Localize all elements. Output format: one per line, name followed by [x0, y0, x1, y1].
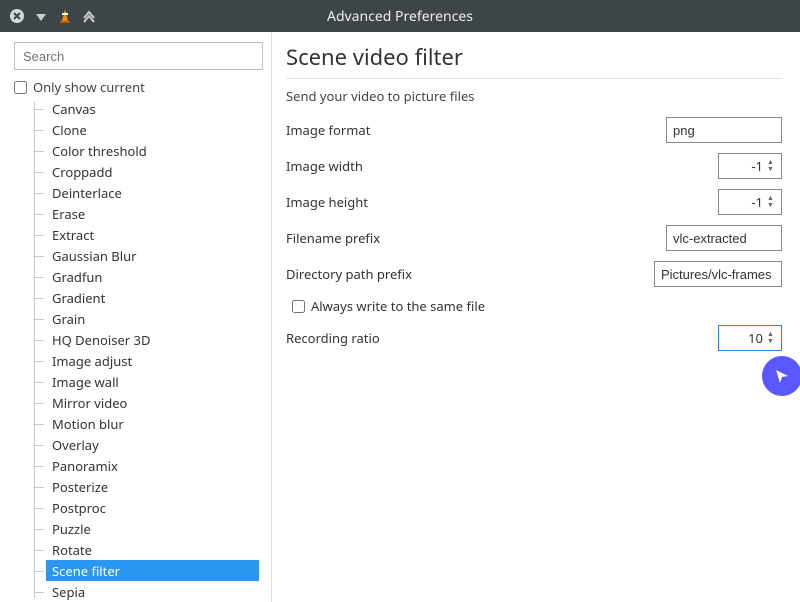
tree-item-label: Canvas: [50, 102, 96, 118]
label-always-same-file: Always write to the same file: [311, 297, 485, 315]
label-recording-ratio: Recording ratio: [286, 329, 718, 347]
row-image-height: Image height -1 ▲▼: [286, 189, 782, 215]
tree-item[interactable]: Canvas: [46, 102, 259, 119]
spin-recording-ratio[interactable]: 10 ▲▼: [718, 325, 782, 351]
spin-image-height[interactable]: -1 ▲▼: [718, 189, 782, 215]
row-always-same-file[interactable]: Always write to the same file: [292, 297, 782, 315]
spin-arrows-icon[interactable]: ▲▼: [767, 192, 779, 212]
tree-item[interactable]: Puzzle: [46, 518, 259, 539]
label-image-height: Image height: [286, 193, 718, 211]
tree-item-label: HQ Denoiser 3D: [50, 331, 150, 349]
tree-item-label: Image wall: [50, 373, 119, 391]
spin-image-height-value: -1: [725, 193, 763, 211]
tree-item[interactable]: Postproc: [46, 497, 259, 518]
tree-item[interactable]: Clone: [46, 119, 259, 140]
tree-item[interactable]: Grain: [46, 308, 259, 329]
filter-tree-wrap: Canvas Clone Color threshold Croppadd Deinte…: [14, 102, 263, 602]
row-image-width: Image width -1 ▲▼: [286, 153, 782, 179]
label-filename-prefix: Filename prefix: [286, 229, 666, 247]
tree-item[interactable]: Gradfun: [46, 266, 259, 287]
panel-subtitle: Send your video to picture files: [286, 87, 782, 105]
tree-item-label: Sepia: [50, 583, 85, 601]
tree-item[interactable]: Panoramix: [46, 455, 259, 476]
only-show-current-checkbox[interactable]: [14, 81, 27, 94]
tree-item[interactable]: HQ Denoiser 3D: [46, 329, 259, 350]
tree-item[interactable]: Image wall: [46, 371, 259, 392]
tree-item[interactable]: Rotate: [46, 539, 259, 560]
spin-arrows-icon[interactable]: ▲▼: [767, 328, 779, 348]
tree-item-label: Gaussian Blur: [50, 247, 137, 265]
tree-item[interactable]: Extract: [46, 224, 259, 245]
app-icon: [56, 7, 74, 25]
input-directory-prefix[interactable]: [654, 261, 782, 287]
tree-item-label: Image adjust: [50, 352, 132, 370]
tree-item-label: Puzzle: [50, 520, 91, 538]
tree-item-label: Rotate: [50, 541, 92, 559]
tree-item[interactable]: Gradient: [46, 287, 259, 308]
titlebar: Advanced Preferences: [0, 0, 800, 32]
label-image-width: Image width: [286, 157, 718, 175]
tree-item[interactable]: Mirror video: [46, 392, 259, 413]
panel-title: Scene video filter: [286, 42, 782, 72]
tree-item[interactable]: Overlay: [46, 434, 259, 455]
cursor-indicator: [762, 356, 800, 396]
only-show-current-label: Only show current: [33, 78, 145, 96]
only-show-current-row[interactable]: Only show current: [14, 78, 263, 96]
tree-item-label: Overlay: [50, 436, 99, 454]
sidebar: Only show current Canvas Clone Color thres…: [0, 32, 272, 602]
label-image-format: Image format: [286, 121, 666, 139]
main-layout: Only show current Canvas Clone Color thres…: [0, 32, 800, 602]
input-filename-prefix[interactable]: [666, 225, 782, 251]
filter-tree[interactable]: Canvas Clone Color threshold Croppadd Deinte…: [14, 102, 263, 602]
tree-item[interactable]: Deinterlace: [46, 182, 259, 203]
spin-image-width-value: -1: [725, 157, 763, 175]
search-input[interactable]: [14, 42, 263, 70]
tree-item[interactable]: Croppadd: [46, 161, 259, 182]
spin-arrows-icon[interactable]: ▲▼: [767, 156, 779, 176]
tree-item-label: Gradient: [50, 289, 105, 307]
input-image-format[interactable]: [666, 117, 782, 143]
tree-item-label: Extract: [50, 226, 94, 244]
tree-item-label: Motion blur: [50, 415, 124, 433]
tree-item-label: Panoramix: [50, 457, 118, 475]
spin-image-width[interactable]: -1 ▲▼: [718, 153, 782, 179]
tree-item[interactable]: Posterize: [46, 476, 259, 497]
tree-item[interactable]: Sepia: [46, 581, 259, 602]
tree-item[interactable]: Scene filter: [46, 560, 259, 581]
row-recording-ratio: Recording ratio 10 ▲▼: [286, 325, 782, 351]
tree-item-label: Deinterlace: [50, 184, 122, 202]
tree-item[interactable]: Erase: [46, 203, 259, 224]
tree-item-label: Erase: [50, 205, 85, 223]
tree-item-label: Scene filter: [50, 562, 120, 580]
tree-item-label: Posterize: [50, 478, 108, 496]
spin-recording-ratio-value: 10: [725, 329, 763, 347]
tree-item-label: Grain: [50, 310, 85, 328]
tree-item-label: Clone: [50, 121, 87, 139]
window-title: Advanced Preferences: [0, 7, 800, 26]
window-maximize-button[interactable]: [80, 7, 98, 25]
tree-item[interactable]: Gaussian Blur: [46, 245, 259, 266]
tree-item[interactable]: Image adjust: [46, 350, 259, 371]
divider: [286, 78, 782, 79]
tree-item-label: Mirror video: [50, 394, 127, 412]
tree-item-label: Color threshold: [50, 142, 147, 160]
window-minimize-button[interactable]: [32, 7, 50, 25]
row-directory-prefix: Directory path prefix: [286, 261, 782, 287]
tree-item-label: Croppadd: [50, 163, 112, 181]
label-directory-prefix: Directory path prefix: [286, 265, 654, 283]
row-image-format: Image format: [286, 117, 782, 143]
tree-item[interactable]: Color threshold: [46, 140, 259, 161]
settings-panel: Scene video filter Send your video to pi…: [272, 32, 800, 602]
tree-item[interactable]: Motion blur: [46, 413, 259, 434]
row-filename-prefix: Filename prefix: [286, 225, 782, 251]
tree-item-label: Gradfun: [50, 268, 102, 286]
tree-item-label: Postproc: [50, 499, 106, 517]
window-close-button[interactable]: [8, 7, 26, 25]
checkbox-always-same-file[interactable]: [292, 300, 305, 313]
